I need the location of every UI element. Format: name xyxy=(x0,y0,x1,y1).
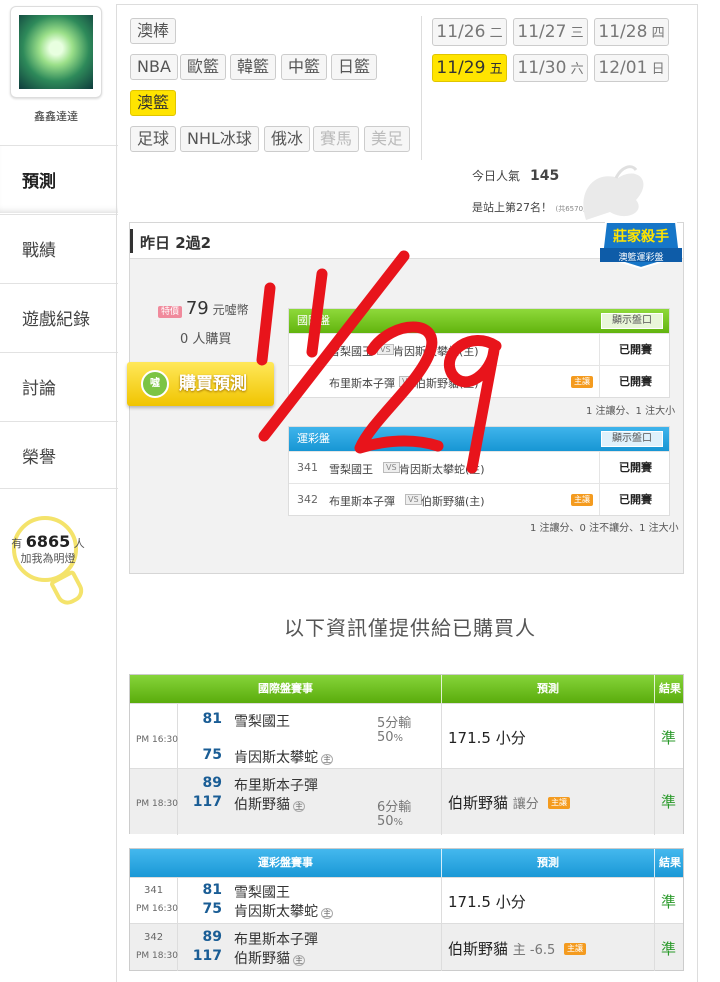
intl-summary-table: 國際盤 顯示盤口 雪梨國王 VS 肯因斯太攀蛇(主) 已開賽 布里斯本子彈 VS… xyxy=(288,308,670,398)
home-handicap-tag: 主讓 xyxy=(548,797,570,809)
sport-tag[interactable]: 俄冰 xyxy=(264,126,311,152)
table-row: 雪梨國王 VS 肯因斯太攀蛇(主) 已開賽 xyxy=(289,333,669,365)
sidebar-item-discussion[interactable]: 討論 xyxy=(0,352,118,420)
table-row: PM 18:30 89 布里斯本子彈 117 伯斯野貓主 6分輸 50% 伯斯野… xyxy=(130,768,683,835)
sport-tag-active[interactable]: 澳籃 xyxy=(130,90,177,116)
sport-summary-header: 運彩盤 顯示盤口 xyxy=(289,427,669,451)
badge-title: 莊家殺手 xyxy=(613,229,669,245)
result-correct: 準 xyxy=(661,729,677,747)
page-root: { "user": {"name": "鑫鑫達達"}, "sidebar": {… xyxy=(0,0,720,982)
sport-results-table: 運彩盤賽事 預測 結果 341 PM 16:30 81 雪梨國王 75 肯因斯太… xyxy=(129,848,684,971)
home-handicap-tag: 主讓 xyxy=(564,943,586,955)
username[interactable]: 鑫鑫達達 xyxy=(0,108,112,124)
intl-results-table: 國際盤賽事 預測 結果 PM 16:30 81 雪梨國王 75 肯因斯太攀蛇主 … xyxy=(129,674,684,835)
sidebar-item-record[interactable]: 戰績 xyxy=(0,214,118,282)
table-row: 布里斯本子彈 VS 伯斯野貓(主) 主讓 已開賽 xyxy=(289,365,669,397)
sidebar-item-honor[interactable]: 榮譽 xyxy=(0,421,118,489)
sport-tag[interactable]: 日籃 xyxy=(331,54,378,80)
result-correct: 準 xyxy=(661,940,677,958)
date-tab[interactable]: 12/01 日 xyxy=(594,54,669,82)
follower-count: 有 6865 人 加我為明燈 xyxy=(11,532,85,566)
home-handicap-tag: 主讓 xyxy=(571,376,593,388)
table-row: 342 PM 18:30 89 布里斯本子彈 117 伯斯野貓主 伯斯野貓 主 … xyxy=(130,923,683,971)
sport-tag[interactable]: 中籃 xyxy=(281,54,328,80)
result-correct: 準 xyxy=(661,893,677,911)
date-tab[interactable]: 11/26 二 xyxy=(432,18,507,46)
intl-summary-header: 國際盤 顯示盤口 xyxy=(289,309,669,333)
table-row: 341 PM 16:30 81 雪梨國王 75 肯因斯太攀蛇主 171.5 小分… xyxy=(130,877,683,924)
show-odds-button[interactable]: 顯示盤口 xyxy=(601,431,663,447)
date-tab[interactable]: 11/30 六 xyxy=(513,54,588,82)
follow-lightbulb[interactable]: 有 6865 人 加我為明燈 xyxy=(8,512,88,612)
sport-tag[interactable]: 韓籃 xyxy=(230,54,277,80)
buy-prediction-button[interactable]: 噓 購買預測 xyxy=(127,362,274,406)
date-tab-active[interactable]: 11/29 五 xyxy=(432,54,507,82)
table-header: 國際盤賽事 預測 結果 xyxy=(130,675,683,703)
coin-icon: 噓 xyxy=(141,370,169,398)
sport-tag[interactable]: 澳棒 xyxy=(130,18,177,44)
result-correct: 準 xyxy=(661,793,677,811)
sidebar-item-predict[interactable]: 預測 xyxy=(0,145,118,213)
intl-bet-note: 1 注讓分、1 注大小 xyxy=(586,406,676,417)
sport-summary-table: 運彩盤 顯示盤口 341 雪梨國王 VS 肯因斯太攀蛇(主) 已開賽 342 布… xyxy=(288,426,670,516)
table-row: PM 16:30 81 雪梨國王 75 肯因斯太攀蛇主 5分輸 50% 171.… xyxy=(130,703,683,769)
sport-tag[interactable]: NBA xyxy=(130,54,178,80)
avatar[interactable] xyxy=(10,6,102,98)
divider xyxy=(421,16,422,160)
home-handicap-tag: 主讓 xyxy=(571,494,593,506)
panel-title: 昨日 2過2 xyxy=(140,234,212,252)
price: 特價 79 元噓幣 xyxy=(158,298,249,319)
buyer-count: 0 人購買 xyxy=(180,332,232,347)
show-odds-button[interactable]: 顯示盤口 xyxy=(601,313,663,329)
sidebar: 鑫鑫達達 預測 戰績 遊戲紀錄 討論 榮譽 有 6865 人 加我為明燈 xyxy=(0,0,118,982)
table-row: 342 布里斯本子彈 VS 伯斯野貓(主) 主讓 已開賽 xyxy=(289,483,669,515)
popularity: 今日人氣 145 xyxy=(472,168,560,184)
sport-tag-disabled: 美足 xyxy=(364,126,411,152)
sport-bet-note: 1 注讓分、0 注不讓分、1 注大小 xyxy=(530,523,679,534)
avatar-image xyxy=(19,15,93,89)
sport-tag[interactable]: 足球 xyxy=(130,126,177,152)
table-row: 341 雪梨國王 VS 肯因斯太攀蛇(主) 已開賽 xyxy=(289,451,669,483)
info-title: 以下資訊僅提供給已購買人 xyxy=(284,616,536,640)
date-tab[interactable]: 11/28 四 xyxy=(594,18,669,46)
sport-tag-disabled: 賽馬 xyxy=(313,126,360,152)
table-header: 運彩盤賽事 預測 結果 xyxy=(130,849,683,877)
sport-tag[interactable]: 歐籃 xyxy=(180,54,227,80)
badge-subtitle: 澳籃運彩盤 xyxy=(618,253,664,263)
date-tab[interactable]: 11/27 三 xyxy=(513,18,588,46)
decor-butterfly-icon xyxy=(583,165,644,220)
sidebar-item-game-log[interactable]: 遊戲紀錄 xyxy=(0,283,118,351)
sport-tag[interactable]: NHL冰球 xyxy=(180,126,259,152)
